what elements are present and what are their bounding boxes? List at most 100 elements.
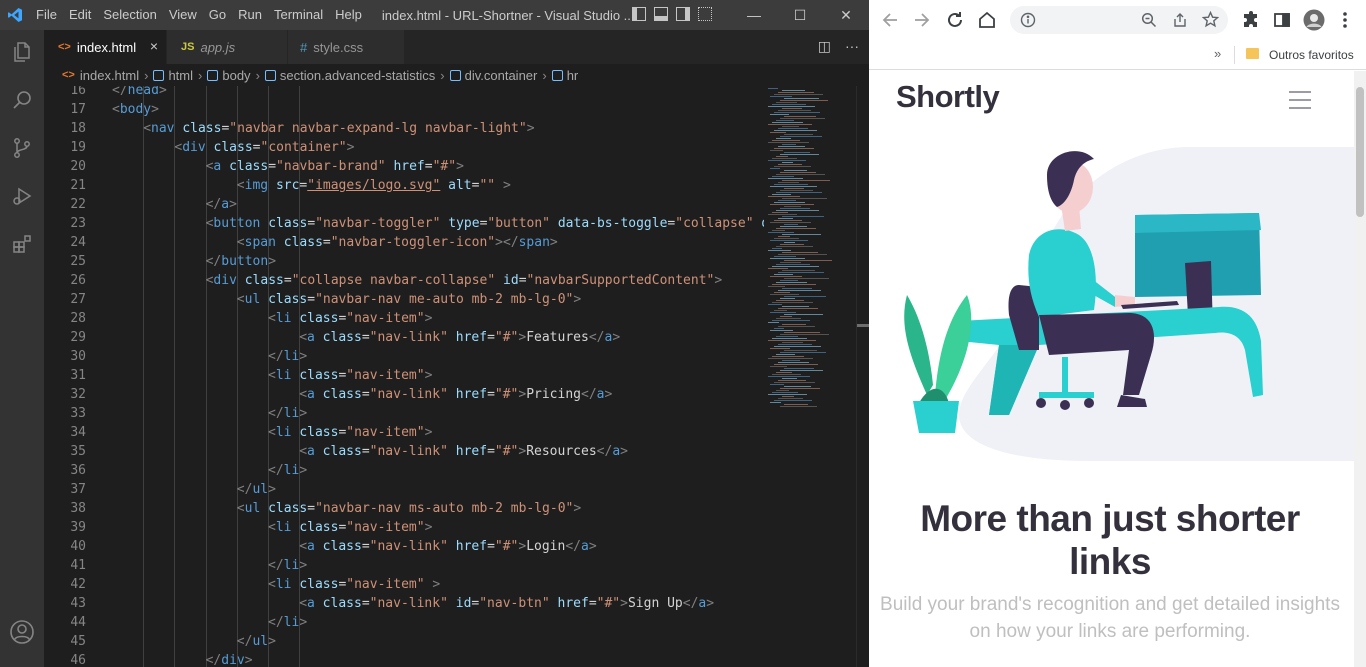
minimap[interactable] bbox=[764, 86, 856, 667]
minimap-line bbox=[782, 144, 796, 145]
customize-layout-icon[interactable] bbox=[698, 7, 712, 21]
close-window-icon[interactable]: ✕ bbox=[823, 0, 869, 30]
code-line[interactable]: 16 </head> bbox=[44, 86, 764, 100]
code-text: </li> bbox=[268, 463, 308, 478]
minimize-icon[interactable]: — bbox=[731, 0, 777, 30]
scrollbar-thumb[interactable] bbox=[857, 324, 869, 327]
code-line[interactable]: 32 <a class="nav-link" href="#">Pricing</… bbox=[44, 385, 764, 404]
minimap-line bbox=[776, 336, 798, 337]
toggle-panel-icon[interactable] bbox=[654, 7, 668, 21]
more-actions-icon[interactable]: ··· bbox=[845, 38, 859, 55]
code-line[interactable]: 46 </div> bbox=[44, 651, 764, 667]
minimap-line bbox=[784, 260, 832, 261]
menu-file[interactable]: File bbox=[30, 0, 63, 30]
code-line[interactable]: 31 <li class="nav-item"> bbox=[44, 366, 764, 385]
vscode-logo-icon[interactable] bbox=[0, 0, 30, 30]
share-icon[interactable] bbox=[1172, 12, 1188, 28]
close-icon[interactable]: × bbox=[150, 38, 158, 54]
split-editor-icon[interactable]: ◫ bbox=[818, 38, 831, 55]
code-line[interactable]: 43 <a class="nav-link" id="nav-btn" href=… bbox=[44, 594, 764, 613]
maximize-icon[interactable]: ☐ bbox=[777, 0, 823, 30]
code-line[interactable]: 40 <a class="nav-link" href="#">Login</a> bbox=[44, 537, 764, 556]
minimap-line bbox=[778, 272, 824, 273]
scrollbar-thumb[interactable] bbox=[1356, 87, 1364, 217]
menu-go[interactable]: Go bbox=[203, 0, 232, 30]
code-line[interactable]: 35 <a class="nav-link" href="#">Resources… bbox=[44, 442, 764, 461]
toggle-sidebar-icon[interactable] bbox=[632, 7, 646, 21]
tab-index-html[interactable]: <> index.html × bbox=[44, 30, 166, 64]
extensions-puzzle-icon[interactable] bbox=[1239, 8, 1263, 32]
bookmark-folder-other[interactable]: Outros favoritos bbox=[1269, 46, 1354, 64]
breadcrumb-item[interactable]: section.advanced-statistics bbox=[264, 68, 435, 83]
tab-app-js[interactable]: JS app.js bbox=[167, 30, 287, 64]
code-line[interactable]: 25 </button> bbox=[44, 252, 764, 271]
breadcrumb-label: body bbox=[222, 67, 251, 83]
menu-view[interactable]: View bbox=[163, 0, 203, 30]
line-number: 39 bbox=[70, 520, 86, 535]
extensions-icon[interactable] bbox=[0, 222, 44, 266]
bookmarks-overflow-icon[interactable]: » bbox=[1214, 46, 1221, 61]
source-control-icon[interactable] bbox=[0, 126, 44, 170]
breadcrumb-item[interactable]: html bbox=[153, 68, 193, 83]
code-line[interactable]: 22 </a> bbox=[44, 195, 764, 214]
address-bar[interactable] bbox=[1010, 6, 1228, 34]
side-panel-icon[interactable] bbox=[1270, 8, 1294, 32]
menu-help[interactable]: Help bbox=[329, 0, 368, 30]
code-line[interactable]: 28 <li class="nav-item"> bbox=[44, 309, 764, 328]
code-line[interactable]: 21 <img src="images/logo.svg" alt="" > bbox=[44, 176, 764, 195]
code-line[interactable]: 39 <li class="nav-item"> bbox=[44, 518, 764, 537]
toggle-secondary-sidebar-icon[interactable] bbox=[676, 7, 690, 21]
bookmark-star-icon[interactable] bbox=[1202, 11, 1219, 28]
code-line[interactable]: 23 <button class="navbar-toggler" type="b… bbox=[44, 214, 764, 233]
breadcrumb-item[interactable]: div.container bbox=[449, 68, 537, 83]
code-text: </li> bbox=[268, 406, 308, 421]
code-line[interactable]: 18 <nav class="navbar navbar-expand-lg na… bbox=[44, 119, 764, 138]
code-line[interactable]: 17 <body> bbox=[44, 100, 764, 119]
code-line[interactable]: 30 </li> bbox=[44, 347, 764, 366]
line-number: 33 bbox=[70, 406, 86, 421]
zoom-icon[interactable] bbox=[1141, 12, 1157, 28]
code-line[interactable]: 41 </li> bbox=[44, 556, 764, 575]
code-line[interactable]: 20 <a class="navbar-brand" href="#"> bbox=[44, 157, 764, 176]
profile-avatar[interactable] bbox=[1302, 8, 1326, 32]
menu-edit[interactable]: Edit bbox=[63, 0, 97, 30]
code-line[interactable]: 33 </li> bbox=[44, 404, 764, 423]
explorer-icon[interactable] bbox=[0, 30, 44, 74]
forward-arrow-icon[interactable] bbox=[910, 8, 934, 32]
home-icon[interactable] bbox=[975, 8, 999, 32]
code-line[interactable]: 19 <div class="container"> bbox=[44, 138, 764, 157]
breadcrumb-item[interactable]: body bbox=[207, 67, 251, 83]
code-line[interactable]: 29 <a class="nav-link" href="#">Features<… bbox=[44, 328, 764, 347]
code-line[interactable]: 34 <li class="nav-item"> bbox=[44, 423, 764, 442]
code-line[interactable]: 24 <span class="navbar-toggler-icon"></sp… bbox=[44, 233, 764, 252]
hamburger-menu-icon[interactable] bbox=[1289, 91, 1311, 109]
code-line[interactable]: 38 <ul class="navbar-nav ms-auto mb-2 mb-… bbox=[44, 499, 764, 518]
menu-terminal[interactable]: Terminal bbox=[268, 0, 329, 30]
code-line[interactable]: 37 </ul> bbox=[44, 480, 764, 499]
line-number: 37 bbox=[70, 482, 86, 497]
code-line[interactable]: 42 <li class="nav-item" > bbox=[44, 575, 764, 594]
code-line[interactable]: 45 </ul> bbox=[44, 632, 764, 651]
search-icon[interactable] bbox=[0, 78, 44, 122]
minimap-line bbox=[782, 360, 800, 361]
code-editor[interactable]: 16 </head> 17 <body> 18 <nav class="navbar na… bbox=[44, 86, 764, 667]
browser-menu-icon[interactable] bbox=[1335, 8, 1355, 32]
menu-selection[interactable]: Selection bbox=[97, 0, 162, 30]
page-scrollbar[interactable] bbox=[1354, 71, 1366, 667]
code-line[interactable]: 26 <div class="collapse navbar-collapse" … bbox=[44, 271, 764, 290]
code-line[interactable]: 44 </li> bbox=[44, 613, 764, 632]
code-line[interactable]: 36 </li> bbox=[44, 461, 764, 480]
minimap-line bbox=[776, 138, 791, 139]
breadcrumb-item[interactable]: <> index.html bbox=[62, 68, 139, 83]
tab-style-css[interactable]: # style.css bbox=[288, 30, 404, 64]
code-line[interactable]: 27 <ul class="navbar-nav me-auto mb-2 mb-… bbox=[44, 290, 764, 309]
back-arrow-icon[interactable] bbox=[878, 8, 902, 32]
menu-run[interactable]: Run bbox=[232, 0, 268, 30]
editor-scrollbar[interactable] bbox=[856, 86, 869, 667]
run-debug-icon[interactable] bbox=[0, 174, 44, 218]
site-logo[interactable]: Shortly bbox=[896, 79, 1000, 115]
site-info-icon[interactable] bbox=[1020, 12, 1036, 28]
breadcrumb-item[interactable]: hr bbox=[551, 68, 578, 83]
reload-icon[interactable] bbox=[943, 8, 967, 32]
accounts-icon[interactable] bbox=[0, 610, 44, 654]
